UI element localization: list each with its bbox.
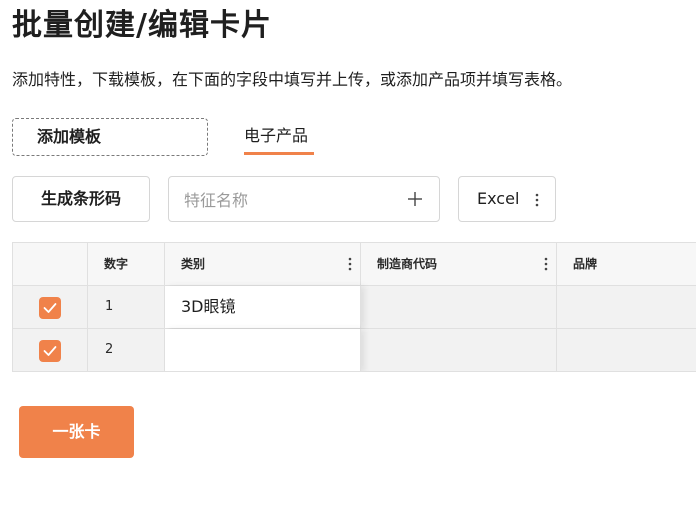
category-cell[interactable]: 3D眼镜: [165, 286, 361, 328]
table-row: 1 3D眼镜: [13, 286, 696, 329]
check-icon: [43, 346, 57, 356]
feature-name-input[interactable]: [170, 178, 408, 222]
kebab-icon[interactable]: [348, 257, 352, 271]
tab-active-indicator: [244, 152, 314, 155]
kebab-icon[interactable]: [544, 257, 548, 271]
page-title: 批量创建/编辑卡片: [12, 8, 272, 43]
row-number: 1: [105, 299, 114, 314]
row-checkbox[interactable]: [39, 297, 61, 319]
column-header-label: 制造商代码: [377, 257, 438, 271]
product-table: 数字 类别 制造商代码 品牌 1 3D眼镜 2: [12, 242, 696, 372]
plus-icon[interactable]: [407, 191, 423, 207]
column-header-label: 品牌: [573, 257, 598, 271]
header-cell-select: [13, 243, 88, 285]
manufacturer-code-cell[interactable]: [361, 329, 557, 371]
generate-barcode-button[interactable]: 生成条形码: [12, 176, 150, 222]
table-row: 2: [13, 329, 696, 371]
check-icon: [43, 303, 57, 313]
column-header-label: 类别: [181, 257, 206, 271]
page-description: 添加特性，下载模板，在下面的字段中填写并上传，或添加产品项并填写表格。: [12, 70, 573, 89]
number-cell: 2: [88, 329, 165, 371]
feature-name-field: [168, 176, 440, 222]
manufacturer-code-cell[interactable]: [361, 286, 557, 328]
tab-electronics[interactable]: 电子产品: [244, 124, 308, 148]
category-value: 3D眼镜: [181, 297, 236, 316]
header-cell-category: 类别: [165, 243, 361, 285]
kebab-icon: [535, 193, 539, 207]
brand-cell[interactable]: [557, 329, 696, 371]
select-cell: [13, 329, 88, 371]
table-header-row: 数字 类别 制造商代码 品牌: [13, 243, 696, 286]
header-cell-number: 数字: [88, 243, 165, 285]
header-cell-brand: 品牌: [557, 243, 696, 285]
excel-menu-button[interactable]: Excel: [458, 176, 556, 222]
brand-cell[interactable]: [557, 286, 696, 328]
number-cell: 1: [88, 286, 165, 328]
row-checkbox[interactable]: [39, 340, 61, 362]
add-card-button[interactable]: 一张卡: [19, 406, 134, 458]
add-template-button[interactable]: 添加模板: [12, 118, 208, 156]
excel-button-label: Excel: [477, 189, 520, 208]
select-cell: [13, 286, 88, 328]
header-cell-manufacturer-code: 制造商代码: [361, 243, 557, 285]
page: 批量创建/编辑卡片 添加特性，下载模板，在下面的字段中填写并上传，或添加产品项并…: [0, 0, 696, 516]
row-number: 2: [105, 342, 114, 357]
column-header-label: 数字: [104, 257, 129, 271]
category-cell[interactable]: [165, 329, 361, 371]
